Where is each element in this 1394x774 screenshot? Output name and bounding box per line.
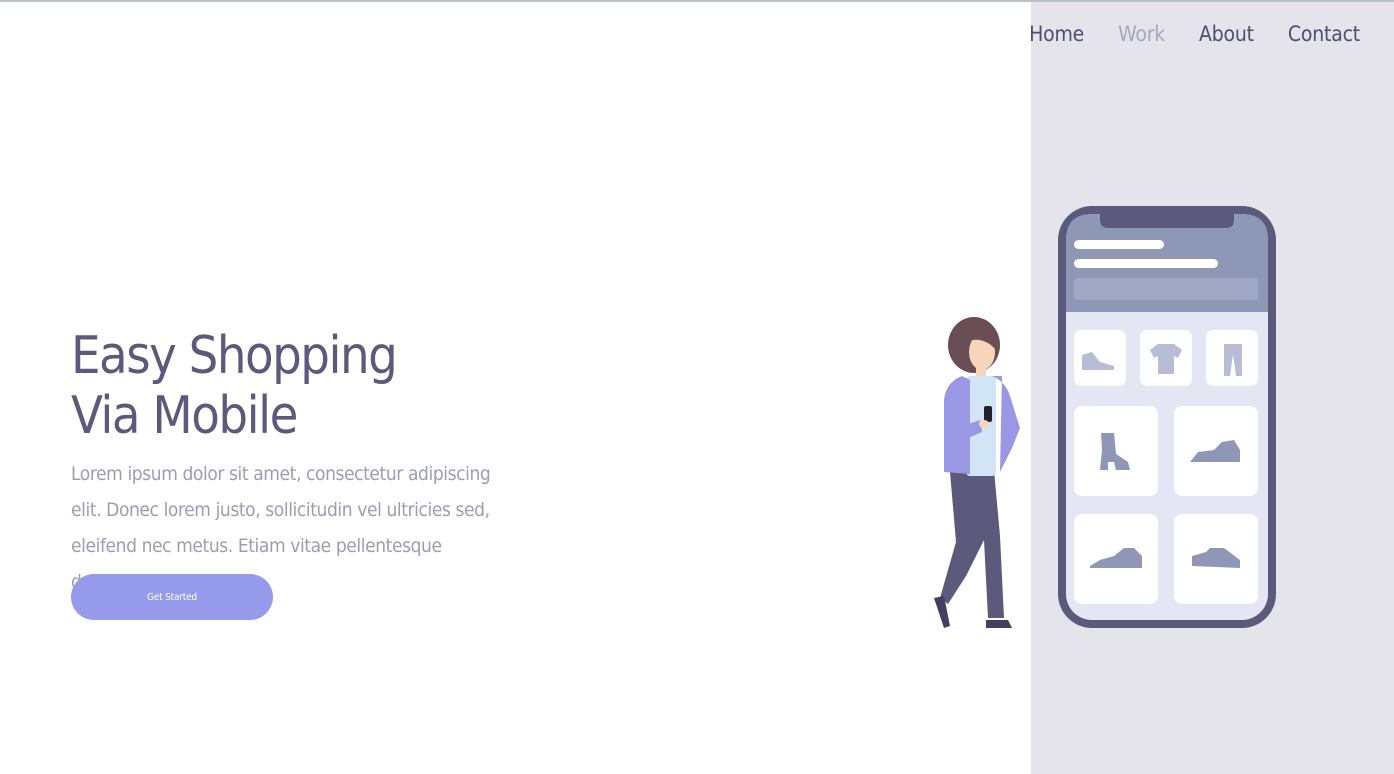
nav-home[interactable]: Home xyxy=(1029,22,1084,46)
hero-title-line-1: Easy Shopping xyxy=(71,326,398,386)
main-nav: Home Work About Contact xyxy=(1029,22,1360,46)
woman-figure-illustration xyxy=(934,317,1020,628)
hero-section: Easy Shopping Via Mobile Lorem ipsum dol… xyxy=(71,326,491,600)
top-border xyxy=(0,0,1394,2)
nav-contact[interactable]: Contact xyxy=(1288,22,1360,46)
get-started-button[interactable]: Get Started xyxy=(71,574,273,620)
phone-illustration xyxy=(1058,206,1276,628)
nav-work[interactable]: Work xyxy=(1118,22,1165,46)
shopping-illustration-svg xyxy=(934,206,1276,628)
shopping-illustration xyxy=(920,200,1290,640)
hero-title: Easy Shopping Via Mobile xyxy=(71,326,491,446)
nav-about[interactable]: About xyxy=(1199,22,1254,46)
hero-title-line-2: Via Mobile xyxy=(71,386,298,446)
